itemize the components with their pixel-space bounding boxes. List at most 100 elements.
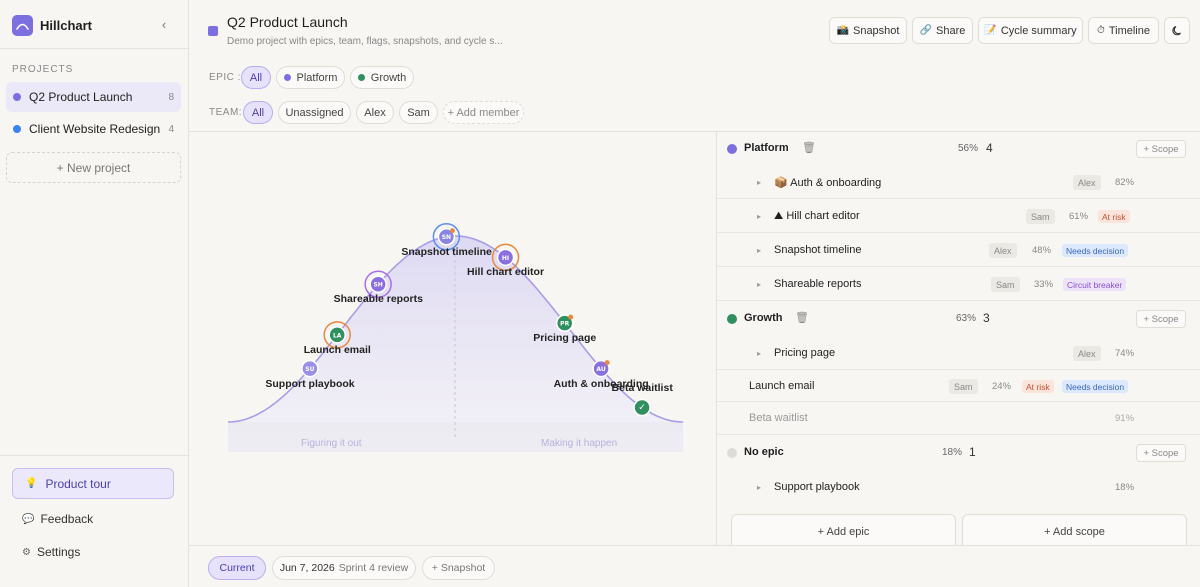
link-icon: 🔗	[919, 25, 933, 36]
scope-pct: 82%	[1115, 177, 1135, 188]
scope-owner[interactable]: Alex	[1073, 346, 1101, 361]
hill-point-label-launch-email[interactable]: Launch email	[304, 344, 371, 356]
hill-chart[interactable]: SU LA SH SN HI PR AU ✓ Figuring it out Making i…	[189, 132, 716, 545]
expand-chevron-icon[interactable]: ▸	[757, 212, 761, 221]
scope-name: Launch email	[749, 380, 815, 392]
settings-link[interactable]: ⚙ Settings	[22, 545, 80, 559]
scope-owner[interactable]: Sam	[1026, 209, 1055, 224]
hill-point-label-pricing-page[interactable]: Pricing page	[533, 332, 596, 344]
team-chip-alex[interactable]: Alex	[356, 101, 394, 124]
scope-row-hill-chart-editor[interactable]: ▸ ⛰ Hill chart editor Sam 61% At risk	[717, 199, 1200, 233]
scope-pct: 91%	[1115, 413, 1135, 424]
epic-chip-all[interactable]: All	[241, 66, 271, 89]
scope-owner[interactable]: Sam	[991, 277, 1020, 292]
team-chip-unassigned[interactable]: Unassigned	[278, 101, 351, 124]
add-scope-button[interactable]: + Scope	[1136, 444, 1186, 462]
snapshot-button[interactable]: 📸 Snapshot	[829, 17, 907, 44]
epic-name: No epic	[744, 446, 784, 458]
epic-name: Platform	[744, 142, 789, 154]
epic-name: Growth	[744, 312, 783, 324]
trash-icon[interactable]: 🗑	[795, 311, 809, 324]
product-tour-button[interactable]: 💡 Product tour	[12, 468, 174, 499]
scope-row-auth-onboarding[interactable]: ▸ 📦 Auth & onboarding Alex 82%	[717, 165, 1200, 199]
flag-circuit-breaker[interactable]: Circuit breaker	[1063, 278, 1127, 291]
expand-chevron-icon[interactable]: ▸	[757, 178, 761, 187]
snapshot-chip-sprint-4[interactable]: Jun 7, 2026 Sprint 4 review	[272, 556, 416, 580]
epic-color-dot	[727, 144, 737, 154]
epic-row-platform[interactable]: Platform 🗑 56% 4 + Scope	[717, 132, 1200, 165]
expand-chevron-icon[interactable]: ▸	[757, 483, 761, 492]
expand-chevron-icon[interactable]: ▸	[757, 349, 761, 358]
brand[interactable]: Hillchart	[12, 14, 92, 36]
epic-chip-platform[interactable]: Platform	[276, 66, 345, 89]
flag-needs-decision[interactable]: Needs decision	[1062, 244, 1129, 257]
expand-chevron-icon[interactable]: ▸	[757, 280, 761, 289]
feedback-link[interactable]: 💬 Feedback	[22, 512, 93, 526]
snapshot-date: Jun 7, 2026	[279, 562, 335, 574]
hill-point-initials: AU	[596, 366, 605, 373]
epic-color-dot	[357, 74, 365, 81]
epic-row-growth[interactable]: Growth 🗑 63% 3 + Scope	[717, 302, 1200, 336]
flag-at-risk[interactable]: At risk	[1022, 380, 1054, 393]
hill-point-initials: ✓	[638, 403, 646, 413]
current-snapshot-chip[interactable]: Current	[208, 556, 266, 580]
scope-owner[interactable]: Alex	[989, 243, 1017, 258]
new-project-button[interactable]: + New project	[6, 152, 181, 183]
share-button[interactable]: 🔗 Share	[912, 17, 973, 44]
sidebar: Hillchart ‹ PROJECTS Q2 Product Launch 8…	[0, 0, 189, 587]
scope-name: ⛰ Hill chart editor	[774, 210, 860, 222]
scope-row-snapshot-timeline[interactable]: ▸ Snapshot timeline Alex 48% Needs decis…	[717, 233, 1200, 267]
hill-point-flag-dot	[449, 228, 455, 234]
scope-name: Shareable reports	[774, 278, 862, 290]
project-item-q2-product-launch[interactable]: Q2 Product Launch 8	[6, 82, 181, 112]
hill-point-label-support-playbook[interactable]: Support playbook	[265, 378, 354, 390]
snapshot-label: Snapshot	[852, 24, 900, 37]
flag-at-risk[interactable]: At risk	[1098, 210, 1130, 223]
cycle-summary-label: Cycle summary	[1000, 24, 1077, 37]
epic-row-no-epic[interactable]: No epic 18% 1 + Scope	[717, 436, 1200, 470]
camera-icon: 📸	[836, 25, 849, 36]
scope-row-beta-waitlist[interactable]: Beta waitlist 91%	[717, 402, 1200, 435]
product-tour-label: Product tour	[45, 476, 111, 491]
cycle-summary-button[interactable]: 📝 Cycle summary	[978, 17, 1083, 44]
page-title[interactable]: Q2 Product Launch	[227, 14, 348, 30]
add-member-button[interactable]: + Add member	[443, 101, 524, 124]
hill-point-label-snapshot-timeline[interactable]: Snapshot timeline	[401, 246, 491, 258]
settings-label: Settings	[36, 545, 81, 559]
hill-point-label-shareable-reports[interactable]: Shareable reports	[334, 293, 423, 305]
scope-owner[interactable]: Sam	[949, 379, 978, 394]
project-color-square	[208, 26, 218, 36]
sidebar-divider	[0, 455, 189, 456]
collapse-sidebar-icon[interactable]: ‹	[157, 17, 171, 33]
hill-chart-svg: SU LA SH SN HI PR AU ✓	[227, 222, 684, 452]
hill-point-label-hill-chart-editor[interactable]: Hill chart editor	[467, 266, 544, 278]
team-chip-all[interactable]: All	[243, 101, 273, 124]
timeline-button[interactable]: ⏱ Timeline	[1088, 17, 1159, 44]
expand-chevron-icon[interactable]: ▸	[757, 246, 761, 255]
add-snapshot-button[interactable]: + Snapshot	[422, 556, 495, 580]
hill-point-label-beta-waitlist[interactable]: Beta waitlist	[612, 382, 673, 394]
epic-pct: 18%	[942, 447, 963, 458]
add-scope-button[interactable]: + Scope	[1136, 310, 1186, 328]
scope-name: Support playbook	[774, 481, 860, 493]
scope-owner[interactable]: Alex	[1073, 175, 1101, 190]
dark-mode-toggle[interactable]	[1164, 17, 1190, 44]
scope-pct: 48%	[1032, 245, 1052, 256]
flag-needs-decision[interactable]: Needs decision	[1062, 380, 1129, 393]
add-scope-button[interactable]: + Scope	[1136, 140, 1186, 158]
team-chip-sam[interactable]: Sam	[399, 101, 438, 124]
project-name: Q2 Product Launch	[29, 90, 133, 104]
project-item-client-website-redesign[interactable]: Client Website Redesign 4	[6, 114, 181, 144]
scope-row-launch-email[interactable]: Launch email Sam 24% At risk Needs decis…	[717, 370, 1200, 402]
page-subtitle[interactable]: Demo project with epics, team, flags, sn…	[227, 36, 527, 47]
scope-row-support-playbook[interactable]: ▸ Support playbook 18%	[717, 470, 1200, 504]
epic-chip-growth[interactable]: Growth	[350, 66, 414, 89]
phase-label-left: Figuring it out	[301, 438, 362, 449]
phase-label-right: Making it happen	[541, 438, 618, 449]
epic-count: 3	[983, 311, 990, 325]
trash-icon[interactable]: 🗑	[802, 141, 816, 154]
scope-row-pricing-page[interactable]: ▸ Pricing page Alex 74%	[717, 336, 1200, 370]
clock-icon: ⏱	[1097, 25, 1105, 36]
scope-row-shareable-reports[interactable]: ▸ Shareable reports Sam 33% Circuit brea…	[717, 267, 1200, 301]
scope-panel: Platform 🗑 56% 4 + Scope ▸ 📦 Auth & onbo…	[716, 132, 1200, 550]
